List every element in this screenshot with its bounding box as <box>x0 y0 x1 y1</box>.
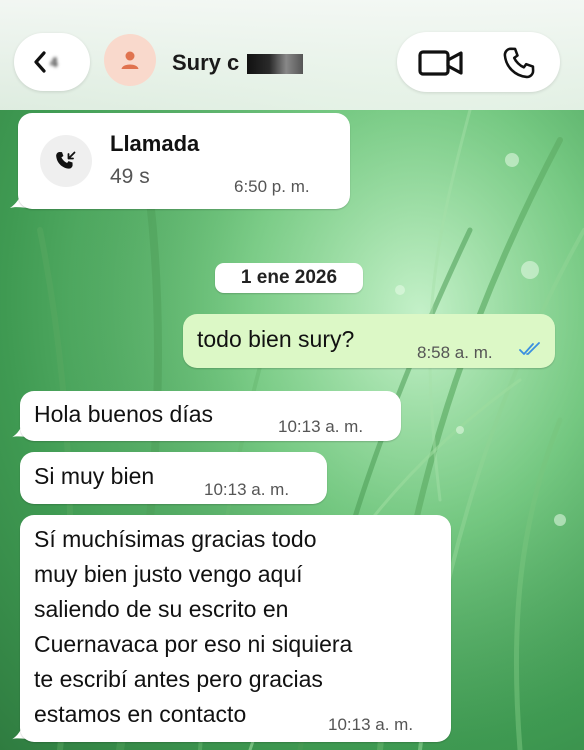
message-text: Hola buenos días <box>34 401 214 427</box>
message-time: 10:13 a. m. <box>204 480 290 499</box>
back-button[interactable]: 4 <box>14 33 90 91</box>
unread-count: 4 <box>50 54 58 70</box>
message-line: saliendo de su escrito en <box>34 596 289 622</box>
call-title: Llamada <box>110 131 200 156</box>
redacted-block <box>247 54 303 74</box>
message-line: estamos en contacto <box>34 701 247 727</box>
message-bubble-incoming[interactable]: Hola buenos días 10:13 a. m. <box>20 391 401 441</box>
message-time: 10:13 a. m. <box>278 417 364 436</box>
video-call-button[interactable] <box>416 46 466 80</box>
chevron-left-icon <box>34 51 46 73</box>
call-duration: 49 s <box>110 165 150 188</box>
video-camera-icon <box>418 50 463 76</box>
message-line: Cuernavaca por eso ni siquiera <box>34 631 353 657</box>
message-text: todo bien sury? <box>197 326 355 352</box>
message-line: Sí muchísimas gracias todo <box>34 526 317 552</box>
date-separator: 1 ene 2026 <box>215 263 363 293</box>
call-icon-circle <box>40 135 92 187</box>
message-bubble-outgoing[interactable]: todo bien sury? 8:58 a. m. <box>183 314 555 368</box>
avatar[interactable] <box>104 34 156 86</box>
incoming-call-icon <box>56 151 76 169</box>
message-bubble-incoming[interactable]: Sí muchísimas gracias todo muy bien just… <box>20 515 451 742</box>
message-time: 10:13 a. m. <box>328 715 414 734</box>
chat-header: 4 Sury c <box>0 0 584 110</box>
voice-call-button[interactable] <box>497 44 541 82</box>
contact-name[interactable]: Sury c <box>172 50 239 76</box>
person-icon <box>121 51 139 69</box>
read-receipt-icon <box>519 342 540 355</box>
call-log-bubble[interactable]: Llamada 49 s 6:50 p. m. <box>18 113 350 209</box>
message-time: 8:58 a. m. <box>417 343 493 362</box>
call-time: 6:50 p. m. <box>234 177 310 196</box>
phone-icon <box>503 47 535 79</box>
message-line: muy bien justo vengo aquí <box>34 561 303 587</box>
message-line: te escribí antes pero gracias <box>34 666 323 692</box>
message-bubble-incoming[interactable]: Si muy bien 10:13 a. m. <box>20 452 327 504</box>
message-text: Si muy bien <box>34 463 155 489</box>
